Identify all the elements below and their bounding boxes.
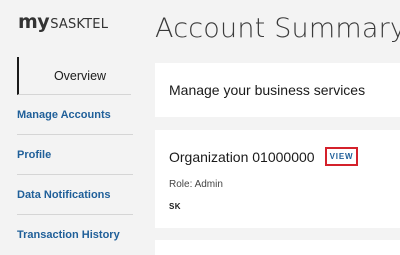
mysasktel-logo[interactable]: mySASKTEL [18,13,108,32]
sidebar-item-label: Manage Accounts [17,108,111,121]
organization-card: Organization 01000000 VIEW Role: Admin S… [155,130,400,228]
sidebar-item-overview[interactable]: Overview [17,57,131,95]
organization-name: Organization 01000000 [169,149,315,165]
page-title: Account Summary [155,13,400,44]
logo-my-text: my [18,11,50,33]
view-organization-button[interactable]: VIEW [325,147,358,166]
services-card-heading: Manage your business services [169,82,366,98]
organization-role: Role: Admin [169,179,223,190]
sidebar-item-manage-accounts[interactable]: Manage Accounts [17,95,133,135]
services-card: Manage your business services [155,63,400,117]
organization-region: SK [169,202,181,211]
sidebar-nav: Overview Manage Accounts Profile Data No… [0,57,133,255]
sidebar-item-label: Overview [53,68,107,83]
sidebar-item-transaction-history[interactable]: Transaction History [17,215,133,255]
account-summary-page: mySASKTEL Overview Manage Accounts Profi… [0,0,400,255]
sidebar-item-data-notifications[interactable]: Data Notifications [17,175,133,215]
sidebar-item-label: Profile [17,148,52,161]
logo-brand-text: SASKTEL [50,17,109,32]
next-card [155,240,400,255]
sidebar-item-profile[interactable]: Profile [17,135,133,175]
sidebar-item-label: Data Notifications [17,188,111,201]
sidebar-item-label: Transaction History [17,229,120,241]
